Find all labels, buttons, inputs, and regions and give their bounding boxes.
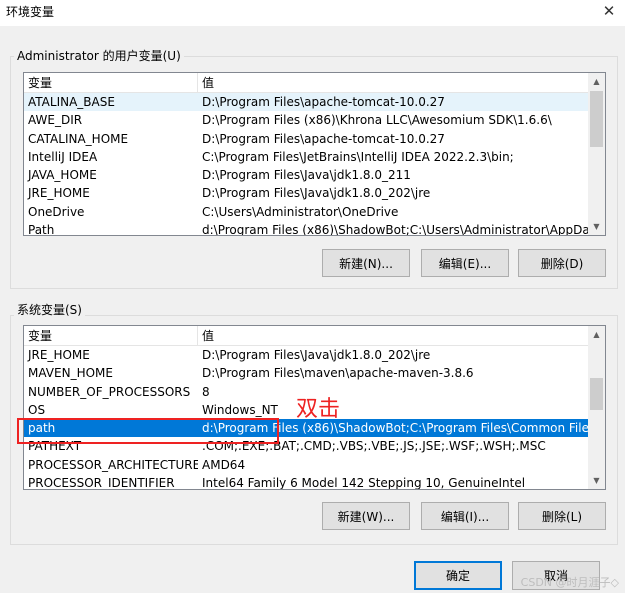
variable-name-cell: JRE_HOME bbox=[28, 186, 90, 201]
user-list-scrollbar[interactable]: ▲ ▼ bbox=[588, 73, 605, 235]
table-row[interactable]: JAVA_HOME D:\Program Files\Java\jdk1.8.0_… bbox=[24, 166, 588, 184]
table-row[interactable]: PROCESSOR_ARCHITECTURE AMD64 bbox=[24, 456, 588, 474]
variable-value-cell: D:\Program Files\Java\jdk1.8.0_211 bbox=[202, 168, 411, 183]
variable-value-cell: Intel64 Family 6 Model 142 Stepping 10, … bbox=[202, 476, 526, 489]
table-row[interactable]: CATALINA_HOME D:\Program Files\apache-tom… bbox=[24, 130, 588, 148]
user-edit-button[interactable]: 编辑(E)... bbox=[421, 249, 509, 277]
table-row[interactable]: JRE_HOME D:\Program Files\Java\jdk1.8.0_2… bbox=[24, 346, 588, 364]
system-list-scrollbar[interactable]: ▲ ▼ bbox=[588, 326, 605, 489]
variable-name-cell: ATALINA_BASE bbox=[28, 95, 115, 109]
column-header-value[interactable]: 值 bbox=[198, 326, 214, 345]
variable-value-cell: D:\Program Files (x86)\Khrona LLC\Awesom… bbox=[202, 113, 552, 128]
variable-name-cell: NUMBER_OF_PROCESSORS bbox=[28, 384, 191, 399]
table-row[interactable]: PROCESSOR_IDENTIFIER Intel64 Family 6 Mod… bbox=[24, 474, 588, 489]
user-rows: ATALINA_BASE D:\Program Files\apache-tomc… bbox=[24, 93, 588, 235]
system-delete-button[interactable]: 删除(L) bbox=[518, 502, 606, 530]
table-row[interactable]: Path d:\Program Files (x86)\ShadowBot;C:\… bbox=[24, 221, 588, 235]
table-row[interactable]: AWE_DIR D:\Program Files (x86)\Khrona LLC… bbox=[24, 111, 588, 129]
variable-value-cell: d:\Program Files (x86)\ShadowBot;C:\User… bbox=[202, 223, 588, 235]
highlight-box bbox=[17, 418, 279, 444]
variable-name-cell: MAVEN_HOME bbox=[28, 366, 113, 381]
table-row[interactable]: ATALINA_BASE D:\Program Files\apache-tomc… bbox=[24, 93, 588, 112]
variable-name-cell: AWE_DIR bbox=[28, 113, 83, 128]
user-variables-label: Administrator 的用户变量(U) bbox=[14, 47, 184, 64]
variable-value-cell: D:\Program Files\apache-tomcat-10.0.27 bbox=[202, 131, 445, 146]
user-variables-list[interactable]: 变量 值 ATALINA_BASE D:\Program Files\apache… bbox=[23, 72, 606, 236]
variable-name-cell: JRE_HOME bbox=[28, 348, 90, 362]
system-edit-button[interactable]: 编辑(I)... bbox=[421, 502, 509, 530]
window-title: 环境变量 bbox=[6, 5, 55, 19]
close-icon[interactable]: ✕ bbox=[597, 0, 621, 22]
table-row[interactable]: IntelliJ IDEA C:\Program Files\JetBrains\… bbox=[24, 148, 588, 166]
column-header-variable[interactable]: 变量 bbox=[24, 73, 198, 92]
variable-value-cell: AMD64 bbox=[202, 457, 246, 472]
scroll-up-icon[interactable]: ▲ bbox=[588, 73, 605, 90]
variable-value-cell: C:\Users\Administrator\OneDrive bbox=[202, 204, 399, 219]
variable-name-cell: IntelliJ IDEA bbox=[28, 149, 98, 164]
variable-value-cell: D:\Program Files\Java\jdk1.8.0_202\jre bbox=[202, 186, 431, 201]
variable-value-cell: D:\Program Files\maven\apache-maven-3.8.… bbox=[202, 366, 474, 381]
variable-name-cell: OS bbox=[28, 402, 46, 417]
column-header-value[interactable]: 值 bbox=[198, 73, 214, 92]
variable-name-cell: OneDrive bbox=[28, 204, 85, 219]
table-row[interactable]: MAVEN_HOME D:\Program Files\maven\apache-… bbox=[24, 364, 588, 382]
scroll-up-icon[interactable]: ▲ bbox=[588, 326, 605, 343]
user-delete-button[interactable]: 删除(D) bbox=[518, 249, 606, 277]
system-variables-label: 系统变量(S) bbox=[14, 301, 85, 318]
scroll-down-icon[interactable]: ▼ bbox=[588, 218, 605, 235]
variable-name-cell: CATALINA_HOME bbox=[28, 131, 129, 146]
variable-name-cell: PROCESSOR_IDENTIFIER bbox=[28, 476, 175, 489]
table-row[interactable]: JRE_HOME D:\Program Files\Java\jdk1.8.0_2… bbox=[24, 184, 588, 202]
variable-value-cell: D:\Program Files\Java\jdk1.8.0_202\jre bbox=[202, 348, 431, 362]
scroll-thumb[interactable] bbox=[590, 91, 603, 147]
scroll-down-icon[interactable]: ▼ bbox=[588, 472, 605, 489]
column-header-variable[interactable]: 变量 bbox=[24, 326, 198, 345]
variable-name-cell: Path bbox=[28, 223, 55, 235]
double-click-annotation: 双击 bbox=[296, 397, 341, 422]
list-header: 变量 值 bbox=[24, 73, 588, 93]
scroll-thumb[interactable] bbox=[590, 378, 603, 410]
title-bar: 环境变量 ✕ bbox=[0, 0, 625, 26]
table-row[interactable]: OneDrive C:\Users\Administrator\OneDrive bbox=[24, 203, 588, 221]
variable-value-cell: Windows_NT bbox=[202, 402, 278, 417]
user-new-button[interactable]: 新建(N)... bbox=[322, 249, 410, 277]
variable-value-cell: C:\Program Files\JetBrains\IntelliJ IDEA… bbox=[202, 149, 514, 164]
list-header: 变量 值 bbox=[24, 326, 588, 346]
variable-name-cell: PROCESSOR_ARCHITECTURE bbox=[28, 457, 198, 472]
system-new-button[interactable]: 新建(W)... bbox=[322, 502, 410, 530]
variable-value-cell: 8 bbox=[202, 384, 210, 399]
variable-value-cell: D:\Program Files\apache-tomcat-10.0.27 bbox=[202, 95, 445, 109]
variable-name-cell: JAVA_HOME bbox=[28, 168, 97, 183]
ok-button[interactable]: 确定 bbox=[414, 561, 502, 590]
watermark: CSDN @时月涯子◇ bbox=[520, 576, 619, 589]
